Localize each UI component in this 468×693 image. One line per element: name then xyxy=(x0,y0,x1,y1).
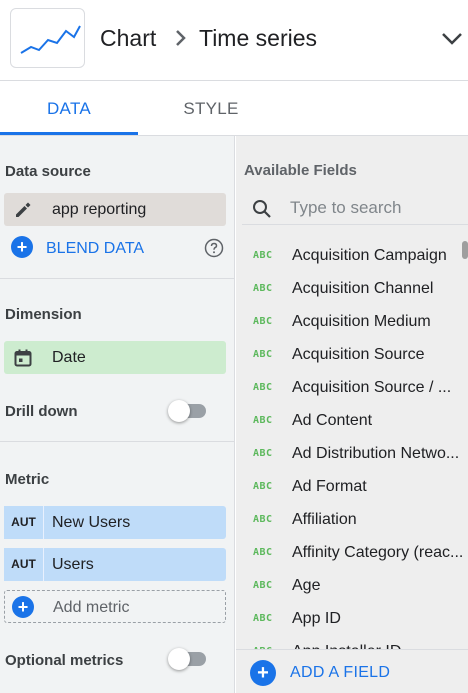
field-item[interactable]: ABC Ad Format xyxy=(236,470,468,503)
toggle-thumb xyxy=(168,400,190,422)
text-type-badge: ABC xyxy=(253,283,273,294)
field-item[interactable]: ABC Age xyxy=(236,569,468,602)
metric-name: Users xyxy=(52,556,94,573)
field-list: ABC Acquisition Campaign ABC Acquisition C… xyxy=(236,239,468,649)
dimension-name: Date xyxy=(52,349,86,366)
chart-type-thumbnail[interactable] xyxy=(10,8,85,68)
field-item[interactable]: ABC Ad Distribution Netwo... xyxy=(236,437,468,470)
metric-name: New Users xyxy=(52,514,131,531)
text-type-badge: ABC xyxy=(253,580,273,591)
tab-style[interactable]: STYLE xyxy=(142,81,280,136)
data-source-name: app reporting xyxy=(52,201,147,218)
breadcrumb-chart[interactable]: Chart xyxy=(100,24,156,52)
add-metric-button[interactable]: + Add metric xyxy=(4,590,226,623)
pencil-icon[interactable] xyxy=(13,200,33,220)
text-type-badge: ABC xyxy=(253,514,273,525)
field-item[interactable]: ABC Affiliation xyxy=(236,503,468,536)
text-type-badge: ABC xyxy=(253,349,273,360)
section-divider xyxy=(0,441,235,442)
scrollbar-thumb[interactable] xyxy=(462,241,468,259)
help-icon[interactable] xyxy=(204,238,224,258)
field-item[interactable]: ABC Acquisition Source / ... xyxy=(236,371,468,404)
data-config-panel: Data source app reporting + BLEND DATA D… xyxy=(0,136,235,693)
calendar-icon xyxy=(14,349,32,367)
field-item[interactable]: ABC App Installer ID xyxy=(236,635,468,649)
time-series-chart-icon xyxy=(20,25,81,54)
data-source-chip[interactable]: app reporting xyxy=(4,193,226,226)
search-icon xyxy=(253,200,271,218)
panel-header: Chart Time series xyxy=(0,0,468,81)
text-type-badge: ABC xyxy=(253,415,273,426)
field-name: Ad Format xyxy=(292,478,367,495)
add-field-bar: + ADD A FIELD xyxy=(236,649,468,693)
text-type-badge: ABC xyxy=(253,547,273,558)
field-name: Ad Content xyxy=(292,412,373,429)
metric-chip-new-users[interactable]: AUT New Users xyxy=(4,506,226,539)
field-name: Acquisition Campaign xyxy=(292,247,447,264)
text-type-badge: ABC xyxy=(253,481,273,492)
available-fields-panel: Available Fields ABC Acquisition Campaign… xyxy=(236,136,468,693)
text-type-badge: ABC xyxy=(253,316,273,327)
text-type-badge: ABC xyxy=(253,613,273,624)
field-item[interactable]: ABC Acquisition Channel xyxy=(236,272,468,305)
field-item[interactable]: ABC Acquisition Medium xyxy=(236,305,468,338)
field-name: Ad Distribution Netwo... xyxy=(292,445,460,462)
text-type-badge: ABC xyxy=(253,382,273,393)
drill-down-toggle[interactable] xyxy=(168,400,208,422)
field-item[interactable]: ABC Acquisition Source xyxy=(236,338,468,371)
available-fields-title: Available Fields xyxy=(244,162,357,179)
toggle-thumb xyxy=(168,648,190,670)
optional-metrics-toggle[interactable] xyxy=(168,648,208,670)
text-type-badge: ABC xyxy=(253,250,273,261)
field-item[interactable]: ABC Affinity Category (reac... xyxy=(236,536,468,569)
metric-label: Metric xyxy=(5,471,50,488)
field-name: Affiliation xyxy=(292,511,357,528)
blend-plus-icon[interactable]: + xyxy=(11,236,33,258)
field-item[interactable]: ABC App ID xyxy=(236,602,468,635)
field-search xyxy=(242,191,468,225)
data-source-label: Data source xyxy=(5,163,91,180)
chevron-right-icon xyxy=(176,30,186,46)
add-metric-label: Add metric xyxy=(53,599,130,616)
active-tab-indicator xyxy=(0,132,138,135)
aggregation-badge[interactable]: AUT xyxy=(4,506,44,539)
section-divider xyxy=(0,278,235,279)
field-name: Acquisition Source / ... xyxy=(292,379,452,396)
blend-data-link[interactable]: BLEND DATA xyxy=(46,240,144,258)
field-name: Age xyxy=(292,577,321,594)
optional-metrics-label: Optional metrics xyxy=(5,652,124,669)
tab-data[interactable]: DATA xyxy=(0,81,138,136)
add-field-button[interactable]: ADD A FIELD xyxy=(290,664,390,682)
aggregation-badge[interactable]: AUT xyxy=(4,548,44,581)
field-name: Acquisition Channel xyxy=(292,280,434,297)
field-name: Acquisition Medium xyxy=(292,313,431,330)
field-name: App Installer ID xyxy=(292,635,464,649)
add-field-plus-icon[interactable]: + xyxy=(250,660,276,686)
field-item[interactable]: ABC Acquisition Campaign xyxy=(236,239,468,272)
breadcrumb-chart-type[interactable]: Time series xyxy=(199,24,317,52)
dimension-label: Dimension xyxy=(5,306,82,323)
field-name: App ID xyxy=(292,610,341,627)
metric-chip-users[interactable]: AUT Users xyxy=(4,548,226,581)
add-plus-icon: + xyxy=(12,596,34,618)
field-name: Affinity Category (reac... xyxy=(292,544,464,561)
drill-down-label: Drill down xyxy=(5,403,78,420)
tab-bar: DATA STYLE xyxy=(0,81,468,136)
chevron-down-icon[interactable] xyxy=(440,30,464,48)
field-name: Acquisition Source xyxy=(292,346,425,363)
text-type-badge: ABC xyxy=(253,635,273,649)
field-search-input[interactable] xyxy=(290,195,460,221)
field-item[interactable]: ABC Ad Content xyxy=(236,404,468,437)
text-type-badge: ABC xyxy=(253,448,273,459)
dimension-chip-date[interactable]: Date xyxy=(4,341,226,374)
